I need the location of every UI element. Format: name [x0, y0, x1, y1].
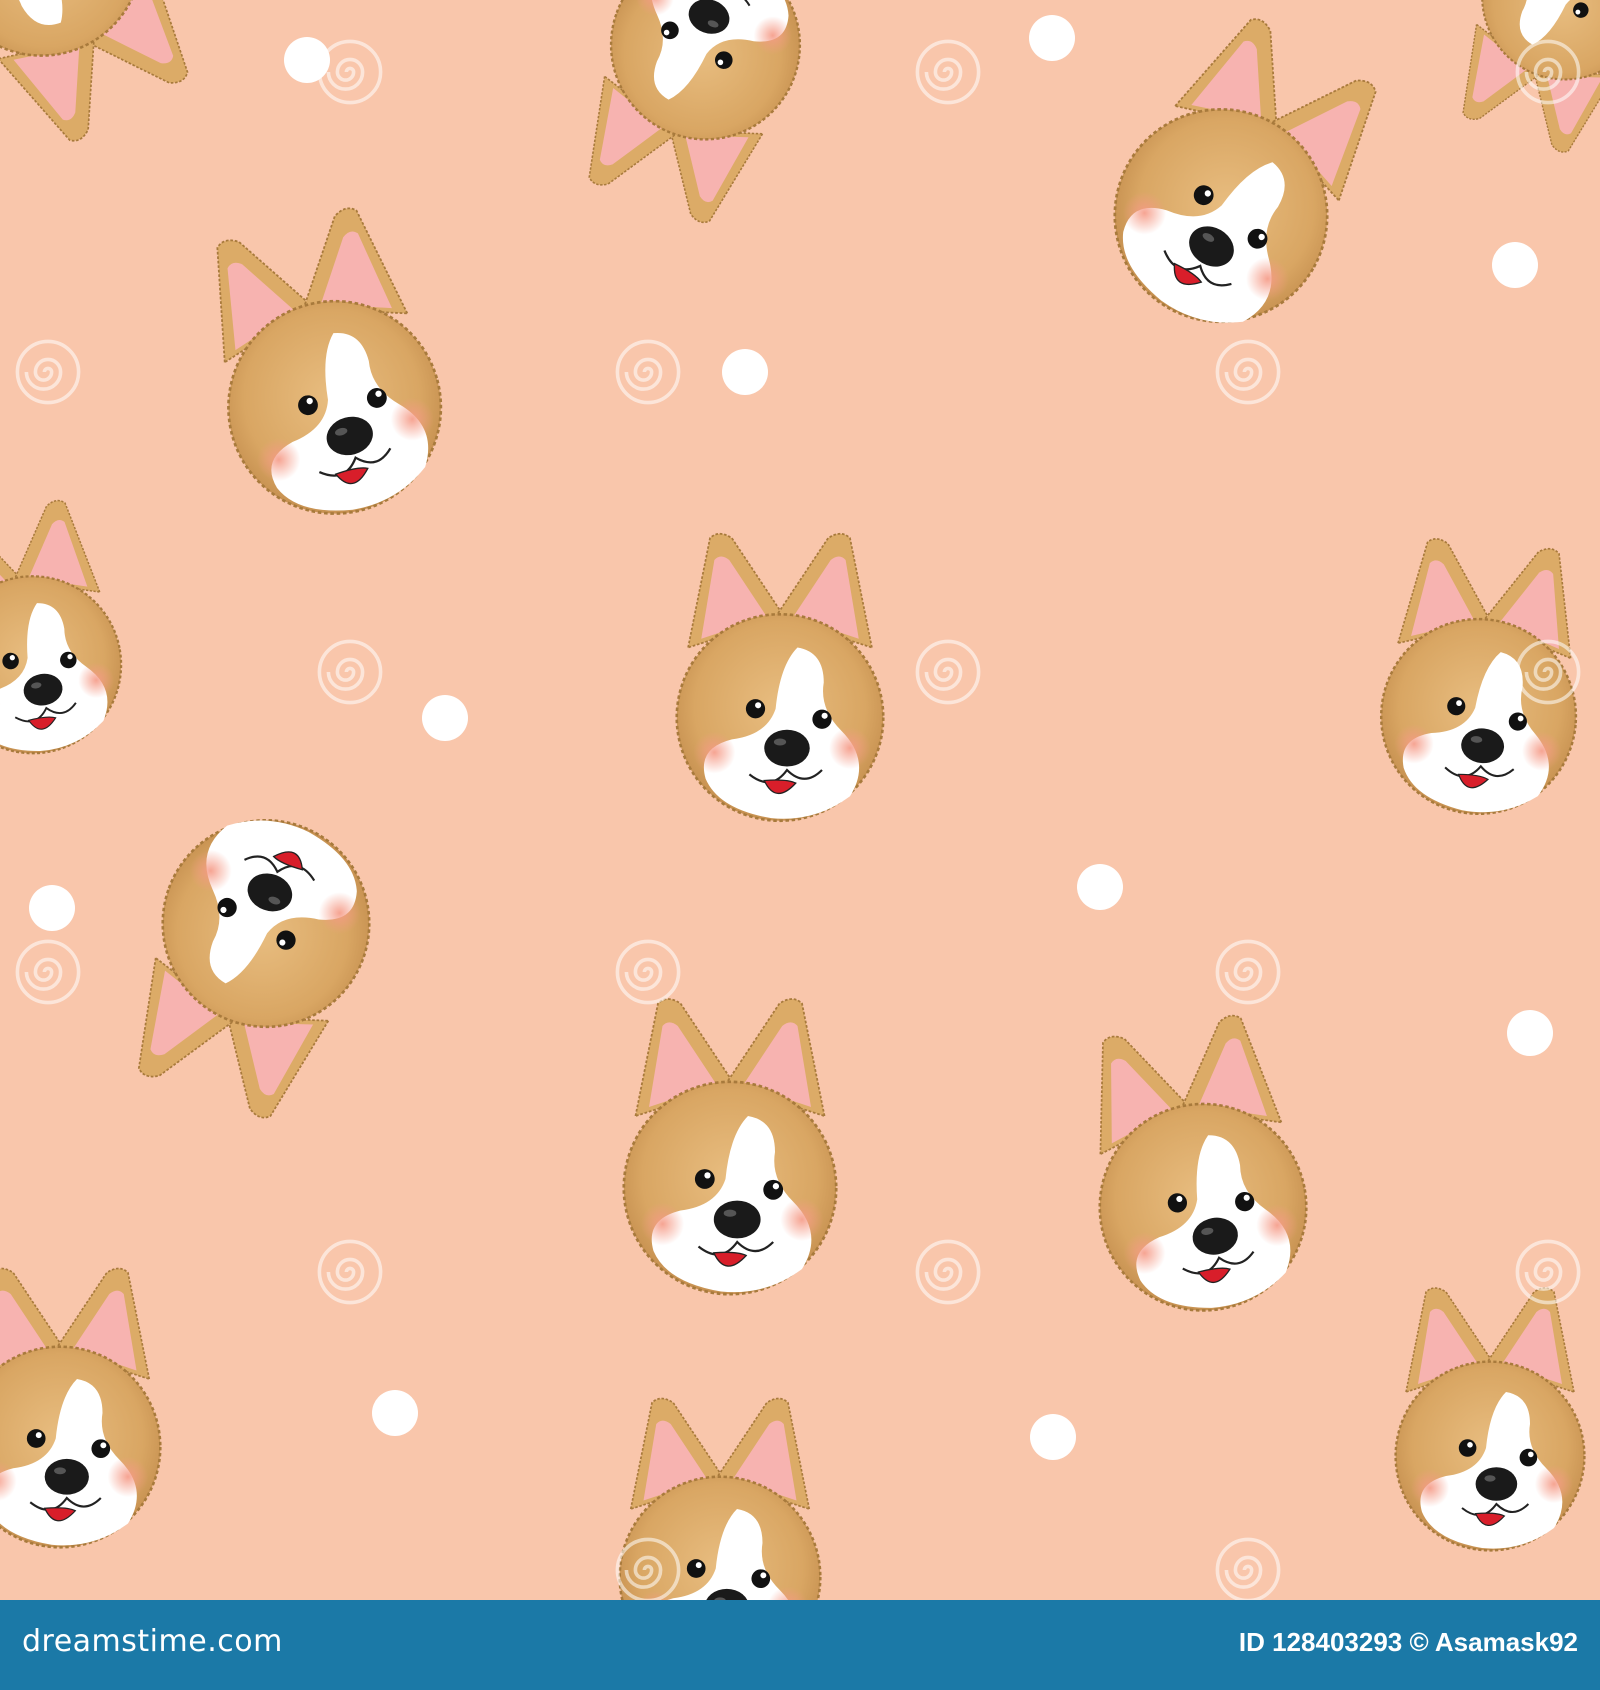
corgi-face-icon — [0, 1267, 162, 1549]
corgi-face-icon — [0, 0, 219, 162]
spiral-icon — [317, 39, 383, 105]
spiral-icon — [915, 39, 981, 105]
spiral-icon — [317, 639, 383, 705]
corgi-face-icon — [1394, 1286, 1586, 1552]
polka-dot — [1029, 15, 1075, 61]
corgi-face-icon — [104, 789, 400, 1133]
spiral-icon — [1215, 939, 1281, 1005]
spiral-icon — [1215, 1537, 1281, 1600]
corgi-face-icon — [558, 0, 828, 237]
footer-image-id: ID 128403293 © Asamask92 — [1238, 1627, 1578, 1657]
spiral-icon — [615, 339, 681, 405]
corgi-face-icon — [1068, 1007, 1324, 1329]
corgi-face-icon — [181, 195, 467, 539]
spiral-icon — [615, 939, 681, 1005]
corgi-faces — [0, 0, 1600, 1600]
dreamstime-footer-bar: dreamstime.com ID 128403293 © Asamask92 — [0, 1600, 1600, 1690]
spiral-icon — [15, 339, 81, 405]
polka-dot — [29, 885, 75, 931]
polka-dot — [422, 695, 468, 741]
corgi-face-icon — [618, 1397, 822, 1600]
spiral-icon — [915, 1239, 981, 1305]
polka-dot — [1507, 1010, 1553, 1056]
polka-dot — [372, 1390, 418, 1436]
polka-dot — [722, 349, 768, 395]
spiral-icon — [915, 639, 981, 705]
spiral-icon — [1215, 339, 1281, 405]
corgi-face-icon — [622, 997, 838, 1296]
corgi-pattern-background — [0, 0, 1600, 1600]
polka-dot — [1030, 1414, 1076, 1460]
corgi-face-icon — [675, 532, 885, 823]
corgi-face-icon — [1074, 0, 1409, 363]
polka-dot — [1492, 242, 1538, 288]
corgi-face-icon — [0, 493, 137, 769]
spiral-icon — [15, 939, 81, 1005]
spiral-icon — [317, 1239, 383, 1305]
footer-brand-text[interactable]: dreamstime.com — [22, 1624, 283, 1659]
corgi-pattern-svg — [0, 0, 1600, 1600]
polka-dot — [1077, 864, 1123, 910]
